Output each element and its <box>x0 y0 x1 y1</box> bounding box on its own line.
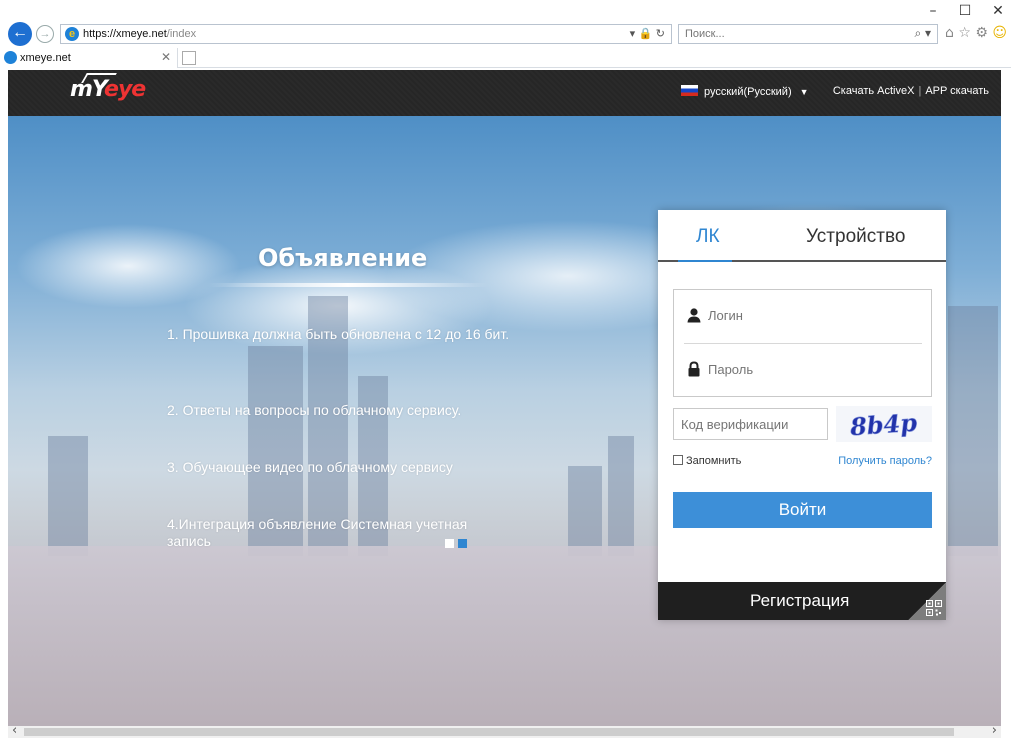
announcement-item[interactable]: 3. Обучающее видео по облачному сервису <box>167 459 512 476</box>
verification-box <box>673 408 828 440</box>
chevron-down-icon: ▼ <box>799 87 809 97</box>
lock-refresh-icons[interactable]: ▾ 🔒 ↻ <box>630 27 665 40</box>
horizontal-scrollbar[interactable]: ‹ › <box>8 723 1001 738</box>
download-app-link[interactable]: APP скачать <box>925 85 989 97</box>
login-panel: ЛК Устройство 8b4p Запомнить Получить па… <box>658 210 946 620</box>
user-icon <box>687 308 701 323</box>
background-building <box>48 436 88 556</box>
language-label: русский(Русский) <box>704 86 792 98</box>
address-bar[interactable]: e https://xmeye.net/index ▾ 🔒 ↻ <box>60 24 672 44</box>
new-tab-button[interactable] <box>182 51 196 65</box>
scrollbar-thumb[interactable] <box>24 728 954 736</box>
carousel-dot[interactable] <box>445 539 454 548</box>
verification-code-input[interactable] <box>674 409 827 439</box>
window-titlebar: – ☐ ✕ <box>0 0 1011 24</box>
header-links: Скачать ActiveX | APP скачать <box>833 85 989 97</box>
search-input[interactable] <box>679 25 899 43</box>
tab-xmeye[interactable]: xmeye.net ✕ <box>0 48 178 68</box>
maximize-button[interactable]: ☐ <box>950 2 980 20</box>
browser-toolbar-icons: ⌂ ☆ ⚙ ☺ <box>945 25 1007 41</box>
favicon-icon <box>4 51 17 64</box>
remember-me-label: Запомнить <box>686 455 742 467</box>
captcha-image[interactable]: 8b4p <box>836 406 932 442</box>
username-input[interactable] <box>708 303 918 327</box>
download-activex-link[interactable]: Скачать ActiveX <box>833 85 915 97</box>
register-bar[interactable]: Регистрация <box>658 582 946 620</box>
url-text[interactable]: https://xmeye.net/index <box>83 28 196 40</box>
announcement-item[interactable]: 1. Прошивка должна быть обновлена с 12 д… <box>167 326 512 343</box>
checkbox-icon[interactable] <box>673 455 683 465</box>
background-building <box>608 436 634 556</box>
login-button[interactable]: Войти <box>673 492 932 528</box>
qr-code-icon <box>926 600 942 616</box>
background-building <box>948 306 998 556</box>
credentials-divider <box>684 343 922 344</box>
ie-logo-icon: e <box>65 27 79 41</box>
register-button[interactable]: Регистрация <box>750 591 849 611</box>
qr-code-toggle[interactable] <box>908 582 946 620</box>
search-box[interactable]: ⌕ ▾ <box>678 24 938 44</box>
url-path: /index <box>166 28 197 40</box>
tab-close-icon[interactable]: ✕ <box>161 50 171 64</box>
smiley-icon[interactable]: ☺ <box>992 25 1007 41</box>
tab-strip: xmeye.net ✕ <box>0 48 1011 68</box>
scroll-right-arrow-icon[interactable]: › <box>992 723 997 738</box>
login-tabs: ЛК Устройство <box>658 210 946 262</box>
captcha-text: 8b4p <box>848 408 918 442</box>
url-host: https://xmeye.net <box>83 28 167 40</box>
tab-title: xmeye.net <box>20 52 71 64</box>
announcement-title: Объявление <box>258 244 428 272</box>
forward-arrow-icon[interactable]: → <box>36 25 54 43</box>
minimize-button[interactable]: – <box>918 2 948 20</box>
link-separator: | <box>918 85 922 97</box>
credentials-box <box>673 289 932 397</box>
tab-device[interactable]: Устройство <box>806 226 905 248</box>
star-icon[interactable]: ☆ <box>958 25 971 41</box>
search-icon[interactable]: ⌕ ▾ <box>914 26 931 41</box>
password-input[interactable] <box>708 357 918 381</box>
carousel-dot-active[interactable] <box>458 539 467 548</box>
announcement-divider <box>208 283 488 287</box>
announcement-item[interactable]: 2. Ответы на вопросы по облачному сервис… <box>167 402 512 419</box>
logo-roof-icon <box>81 73 117 83</box>
lock-icon <box>688 361 700 377</box>
username-row <box>684 293 924 337</box>
russia-flag-icon <box>681 85 698 96</box>
site-header: mYeye русский(Русский) ▼ Скачать ActiveX |… <box>8 70 1001 116</box>
address-bar-row: ← → e https://xmeye.net/index ▾ 🔒 ↻ ⌕ ▾ … <box>0 22 1011 48</box>
gear-icon[interactable]: ⚙ <box>975 25 988 41</box>
language-select[interactable]: русский(Русский) ▼ <box>681 85 809 98</box>
forgot-password-link[interactable]: Получить пароль? <box>838 455 932 467</box>
close-window-button[interactable]: ✕ <box>983 2 1011 20</box>
back-arrow-icon[interactable]: ← <box>8 22 32 46</box>
carousel-dots <box>445 537 471 551</box>
xmeye-logo[interactable]: mYeye <box>70 73 146 102</box>
active-tab-indicator <box>678 260 732 262</box>
home-icon[interactable]: ⌂ <box>945 25 954 41</box>
background-building <box>568 466 602 556</box>
scroll-left-arrow-icon[interactable]: ‹ <box>12 723 17 738</box>
tab-account[interactable]: ЛК <box>696 226 720 248</box>
password-row <box>684 347 924 391</box>
remember-me-checkbox[interactable]: Запомнить <box>673 455 741 467</box>
